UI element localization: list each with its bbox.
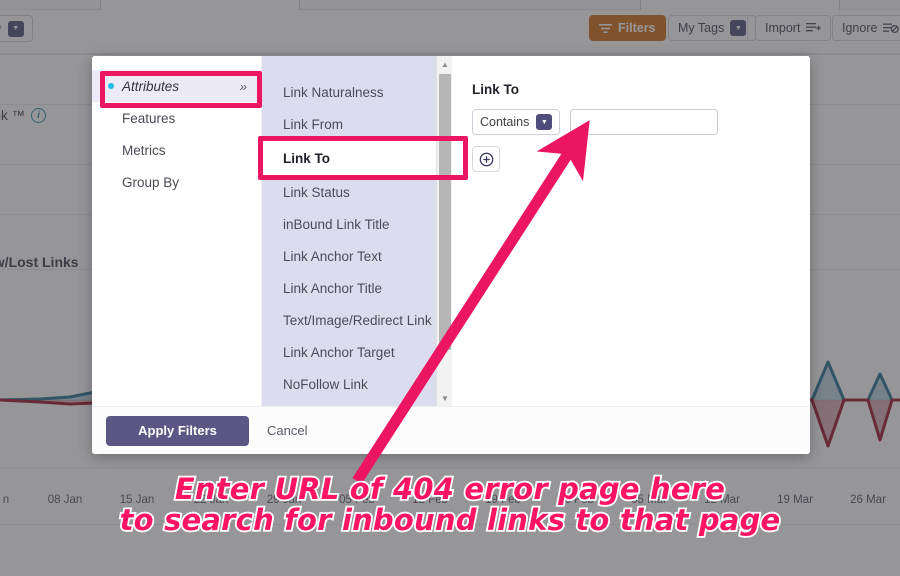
attribute-item-link-anchor-target[interactable]: Link Anchor Target — [262, 336, 452, 368]
filter-category-list: Attributes » Features Metrics Group By — [92, 56, 262, 406]
cancel-button[interactable]: Cancel — [267, 423, 307, 438]
attribute-item-imported-links[interactable]: Imported Links — [262, 400, 452, 406]
filter-detail-panel: Link To Contains ▼ — [452, 56, 810, 406]
category-label: Metrics — [122, 142, 166, 158]
modal-body: Attributes » Features Metrics Group By L… — [92, 56, 810, 406]
attribute-item-inbound-link-title[interactable]: inBound Link Title — [262, 208, 452, 240]
attribute-label: NoFollow Link — [283, 376, 368, 392]
scrollbar-thumb[interactable] — [439, 74, 451, 350]
operator-select[interactable]: Contains ▼ — [472, 109, 561, 135]
attribute-label: Link Status — [283, 184, 350, 200]
filter-value-input[interactable] — [570, 109, 719, 135]
attribute-label: Link Naturalness — [283, 84, 384, 100]
modal-footer: Apply Filters Cancel — [92, 406, 810, 454]
attribute-list-inner: Link Naturalness Link From Link To Link … — [262, 56, 452, 406]
category-item-attributes[interactable]: Attributes » — [92, 70, 261, 102]
caret-up-icon[interactable]: ▲ — [437, 56, 452, 72]
detail-title: Link To — [472, 82, 519, 97]
attribute-item-link-naturalness[interactable]: Link Naturalness — [262, 76, 452, 108]
add-condition-button[interactable] — [472, 146, 500, 172]
apply-filters-button[interactable]: Apply Filters — [106, 415, 249, 446]
category-label: Group By — [122, 174, 180, 190]
caret-down-icon[interactable]: ▼ — [437, 390, 452, 406]
screenshot-root: n/* ▼ Filters My Tags ▼ Import — [0, 0, 900, 576]
category-label: Features — [122, 110, 176, 126]
attribute-list: Link Naturalness Link From Link To Link … — [262, 56, 452, 406]
caret-down-icon: ▼ — [536, 114, 553, 130]
category-label: Attributes — [122, 78, 180, 94]
attribute-item-link-to[interactable]: Link To — [262, 140, 452, 176]
double-chevron-right-icon: » — [239, 78, 247, 94]
attribute-label: Link From — [283, 116, 344, 132]
circle-plus-icon — [479, 152, 493, 166]
filters-modal: Attributes » Features Metrics Group By L… — [92, 56, 810, 454]
attribute-item-link-anchor-text[interactable]: Link Anchor Text — [262, 240, 452, 272]
attribute-label: inBound Link Title — [283, 216, 390, 232]
attribute-item-link-anchor-title[interactable]: Link Anchor Title — [262, 272, 452, 304]
category-item-metrics[interactable]: Metrics — [92, 134, 261, 166]
attribute-item-text-image-redirect-link[interactable]: Text/Image/Redirect Link — [262, 304, 452, 336]
attribute-item-nofollow-link[interactable]: NoFollow Link — [262, 368, 452, 400]
attribute-item-link-status[interactable]: Link Status — [262, 176, 452, 208]
bullet-dot-icon — [108, 83, 114, 89]
attribute-label: Link Anchor Text — [283, 248, 382, 264]
detail-condition-row: Contains ▼ — [472, 109, 810, 135]
attribute-list-scrollbar[interactable]: ▲ ▼ — [436, 56, 452, 406]
attribute-label: Text/Image/Redirect Link — [283, 312, 432, 328]
category-item-features[interactable]: Features — [92, 102, 261, 134]
operator-value: Contains — [480, 115, 530, 129]
attribute-item-link-from[interactable]: Link From — [262, 108, 452, 140]
attribute-label: Link To — [283, 150, 330, 166]
attribute-label: Link Anchor Title — [283, 280, 383, 296]
category-item-group-by[interactable]: Group By — [92, 166, 261, 198]
attribute-label: Link Anchor Target — [283, 344, 395, 360]
